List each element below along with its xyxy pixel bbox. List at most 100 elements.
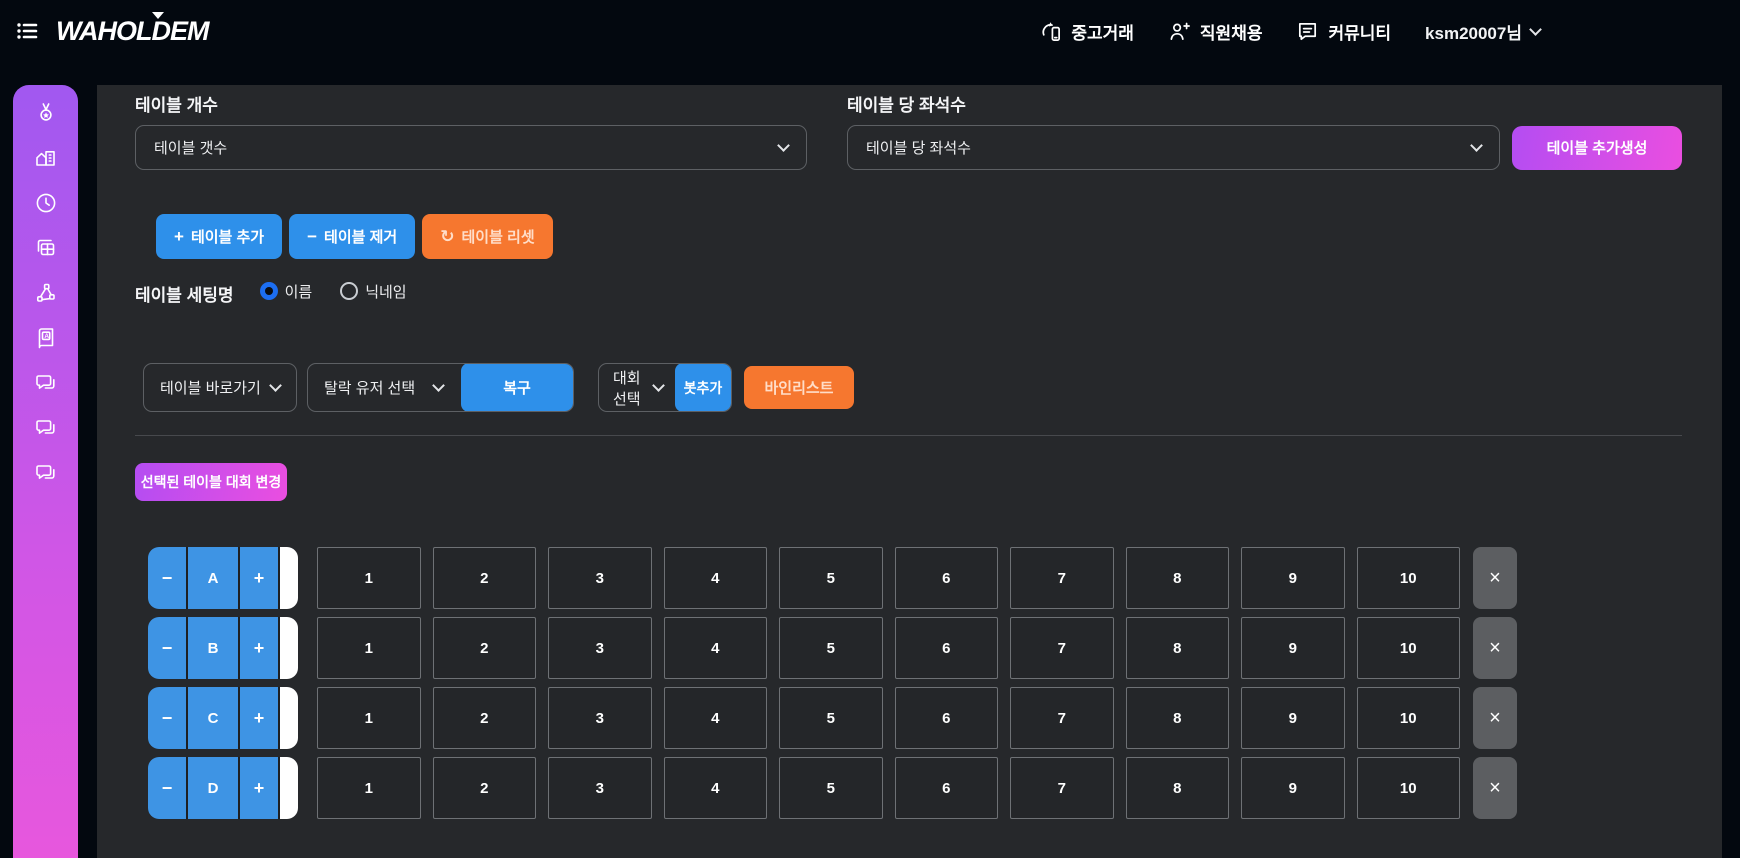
table-letter-button[interactable]: A (188, 547, 238, 609)
close-table-button[interactable]: × (1473, 687, 1517, 749)
seat-button[interactable]: 5 (779, 617, 883, 679)
change-selected-table-tournament-button[interactable]: 선택된 테이블 대회 변경 (135, 463, 287, 501)
seat-button[interactable]: 3 (548, 547, 652, 609)
table-count-select[interactable]: 테이블 갯수 (135, 125, 807, 170)
seat-button[interactable]: 8 (1126, 687, 1230, 749)
seat-button[interactable]: 5 (779, 547, 883, 609)
seat-button[interactable]: 1 (317, 617, 421, 679)
remove-table-button[interactable]: − 테이블 제거 (289, 214, 415, 259)
close-table-button[interactable]: × (1473, 757, 1517, 819)
radio-option-name[interactable]: 이름 (260, 281, 313, 302)
tournament-group: 대회 선택 봇추가 (598, 363, 732, 412)
eliminated-user-select[interactable]: 탈락 유저 선택 (308, 377, 461, 398)
user-menu[interactable]: ksm20007님 (1425, 19, 1540, 44)
table-row: −B+12345678910× (135, 617, 1517, 679)
seat-button[interactable]: 9 (1241, 547, 1345, 609)
sidebar-item-table-layout[interactable] (34, 236, 58, 260)
seat-button[interactable]: 7 (1010, 617, 1114, 679)
seat-button[interactable]: 2 (433, 617, 537, 679)
seat-button[interactable]: 3 (548, 757, 652, 819)
seat-button[interactable]: 1 (317, 757, 421, 819)
restore-button[interactable]: 복구 (461, 363, 573, 412)
buyin-list-button[interactable]: 바인리스트 (744, 366, 854, 409)
add-seat-button[interactable]: + (240, 547, 278, 609)
community-icon (1296, 20, 1319, 43)
seat-button[interactable]: 6 (895, 547, 999, 609)
seat-button[interactable]: 8 (1126, 757, 1230, 819)
seat-button[interactable]: 3 (548, 687, 652, 749)
seat-button[interactable]: 2 (433, 547, 537, 609)
letter-group-cap (280, 547, 298, 609)
nickname-radio[interactable] (340, 282, 358, 300)
sidebar-item-chat-3[interactable] (34, 461, 58, 485)
seat-button[interactable]: 9 (1241, 617, 1345, 679)
seat-button[interactable]: 4 (664, 687, 768, 749)
seat-button[interactable]: 2 (433, 757, 537, 819)
seat-button[interactable]: 1 (317, 687, 421, 749)
seats-per-table-select[interactable]: 테이블 당 좌석수 (847, 125, 1500, 170)
add-seat-button[interactable]: + (240, 757, 278, 819)
seat-button[interactable]: 9 (1241, 687, 1345, 749)
seat-button[interactable]: 10 (1357, 757, 1461, 819)
seat-button[interactable]: 8 (1126, 617, 1230, 679)
seat-button[interactable]: 10 (1357, 617, 1461, 679)
seat-list: 12345678910 (317, 687, 1460, 749)
sidebar-item-medal[interactable] (34, 101, 58, 125)
seat-button[interactable]: 2 (433, 687, 537, 749)
sidebar-item-building[interactable] (34, 146, 58, 170)
table-letter-button[interactable]: D (188, 757, 238, 819)
seat-button[interactable]: 5 (779, 687, 883, 749)
nav-item-community[interactable]: 커뮤니티 (1296, 19, 1391, 44)
letter-group-cap (280, 617, 298, 679)
seat-button[interactable]: 6 (895, 757, 999, 819)
name-radio[interactable] (260, 282, 278, 300)
sidebar-item-network[interactable] (34, 281, 58, 305)
remove-seat-button[interactable]: − (148, 757, 186, 819)
seat-button[interactable]: 8 (1126, 547, 1230, 609)
nav-item-trade[interactable]: 중고거래 (1039, 19, 1134, 44)
seat-button[interactable]: 7 (1010, 687, 1114, 749)
seat-button[interactable]: 10 (1357, 547, 1461, 609)
table-letter-button[interactable]: B (188, 617, 238, 679)
seat-button[interactable]: 6 (895, 617, 999, 679)
seat-button[interactable]: 10 (1357, 687, 1461, 749)
seat-button[interactable]: 6 (895, 687, 999, 749)
seat-button[interactable]: 7 (1010, 757, 1114, 819)
reset-tables-button[interactable]: ↻ 테이블 리셋 (422, 214, 552, 259)
close-table-button[interactable]: × (1473, 547, 1517, 609)
seat-button[interactable]: 4 (664, 757, 768, 819)
remove-seat-button[interactable]: − (148, 547, 186, 609)
add-seat-button[interactable]: + (240, 687, 278, 749)
tournament-select[interactable]: 대회 선택 (599, 367, 675, 409)
reset-icon: ↻ (440, 227, 454, 247)
seats-per-table-select-value: 테이블 당 좌석수 (866, 137, 971, 158)
seat-button[interactable]: 1 (317, 547, 421, 609)
close-table-button[interactable]: × (1473, 617, 1517, 679)
sidebar-item-dictionary[interactable]: A (34, 326, 58, 350)
radio-option-nickname[interactable]: 닉네임 (340, 281, 406, 302)
seat-button[interactable]: 5 (779, 757, 883, 819)
table-letter-group: −D+ (148, 757, 298, 819)
nav-item-recruit[interactable]: 직원채용 (1168, 19, 1263, 44)
seat-button[interactable]: 9 (1241, 757, 1345, 819)
create-tables-button[interactable]: 테이블 추가생성 (1512, 126, 1682, 170)
menu-icon[interactable] (14, 18, 40, 44)
table-shortcut-select[interactable]: 테이블 바로가기 (143, 363, 297, 412)
sidebar-item-chat-2[interactable] (34, 416, 58, 440)
chevron-down-icon (1529, 23, 1542, 36)
remove-seat-button[interactable]: − (148, 687, 186, 749)
sidebar-item-clock[interactable] (34, 191, 58, 215)
remove-seat-button[interactable]: − (148, 617, 186, 679)
seat-button[interactable]: 4 (664, 617, 768, 679)
top-navigation: 중고거래 직원채용 커뮤니티 (1039, 0, 1540, 62)
topbar: WAHOLDEM 중고거래 (0, 0, 1740, 62)
seat-button[interactable]: 7 (1010, 547, 1114, 609)
logo[interactable]: WAHOLDEM (56, 16, 208, 47)
add-table-button[interactable]: + 테이블 추가 (156, 214, 282, 259)
seat-button[interactable]: 3 (548, 617, 652, 679)
table-letter-button[interactable]: C (188, 687, 238, 749)
sidebar-item-chat-1[interactable] (34, 371, 58, 395)
add-bot-button[interactable]: 봇추가 (675, 363, 731, 412)
seat-button[interactable]: 4 (664, 547, 768, 609)
add-seat-button[interactable]: + (240, 617, 278, 679)
